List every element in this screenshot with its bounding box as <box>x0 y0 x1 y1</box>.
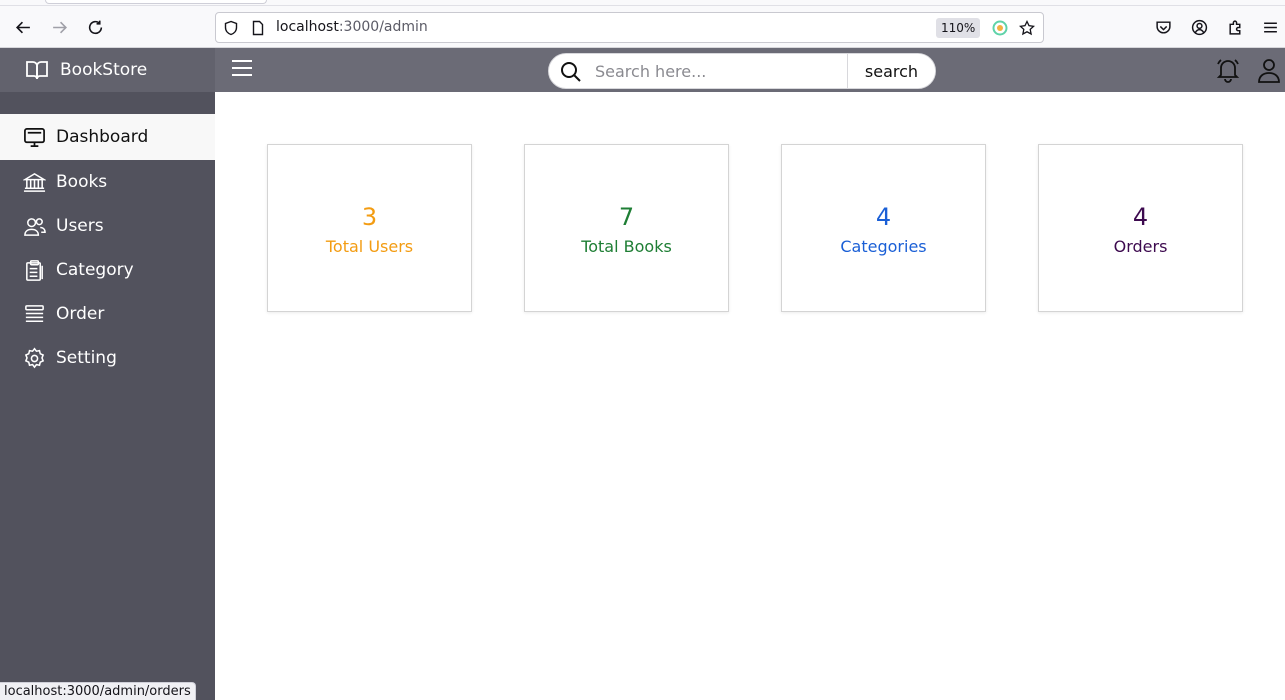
url-host: localhost <box>276 19 339 35</box>
page-icon[interactable] <box>249 19 267 37</box>
stat-value: 4 <box>875 203 892 231</box>
sidebar-item-label: Books <box>56 172 108 192</box>
extensions-icon[interactable] <box>1225 17 1245 37</box>
bookmark-star-icon[interactable] <box>1018 19 1036 37</box>
stat-value: 7 <box>618 203 635 231</box>
reload-button[interactable] <box>84 16 106 38</box>
search-icon <box>559 60 583 84</box>
search-input[interactable] <box>595 54 845 88</box>
sidebar-divider <box>0 92 215 114</box>
sidebar-item-label: Dashboard <box>56 127 149 147</box>
zoom-level-badge[interactable]: 110% <box>936 18 981 38</box>
stat-label: Categories <box>840 237 927 256</box>
sidebar-nav: Dashboard Books Users Category Order Set… <box>0 114 215 380</box>
bell-icon[interactable] <box>1214 56 1242 84</box>
library-icon <box>22 170 46 194</box>
forward-button[interactable] <box>48 16 70 38</box>
stat-value: 4 <box>1132 203 1149 231</box>
brand-name: BookStore <box>60 60 148 80</box>
monitor-icon <box>22 125 46 149</box>
user-profile-icon[interactable] <box>1255 56 1283 84</box>
sidebar-item-dashboard[interactable]: Dashboard <box>0 114 215 160</box>
url-path: :3000/admin <box>338 19 428 35</box>
sidebar-item-category[interactable]: Category <box>0 248 215 292</box>
shield-icon[interactable] <box>222 19 240 37</box>
stat-label: Orders <box>1113 237 1168 256</box>
url-text[interactable]: localhost:3000/admin <box>276 19 428 35</box>
back-button[interactable] <box>12 16 34 38</box>
pocket-icon[interactable] <box>1153 17 1173 37</box>
sidebar-item-label: Order <box>56 304 105 324</box>
sidebar-item-label: Setting <box>56 348 117 368</box>
sidebar-item-label: Users <box>56 216 104 236</box>
stat-card-categories[interactable]: 4 Categories <box>781 144 986 312</box>
list-icon <box>22 302 46 326</box>
stat-label: Total Books <box>581 237 672 256</box>
top-header: search <box>215 48 1285 92</box>
browser-toolbar: localhost:3000/admin 110% <box>0 0 1285 48</box>
stat-label: Total Users <box>325 237 414 256</box>
status-link-preview: localhost:3000/admin/orders <box>0 682 196 700</box>
sidebar: BookStore Dashboard Books Users Category… <box>0 48 215 700</box>
sidebar-item-setting[interactable]: Setting <box>0 336 215 380</box>
extension-colorful-icon[interactable] <box>991 19 1009 37</box>
sidebar-item-label: Category <box>56 260 134 280</box>
menu-icon[interactable] <box>1260 17 1280 37</box>
gear-icon <box>22 346 46 370</box>
sidebar-item-order[interactable]: Order <box>0 292 215 336</box>
stat-card-orders[interactable]: 4 Orders <box>1038 144 1243 312</box>
book-open-icon <box>25 58 49 82</box>
stat-card-books[interactable]: 7 Total Books <box>524 144 729 312</box>
stat-value: 3 <box>361 203 378 231</box>
sidebar-item-users[interactable]: Users <box>0 204 215 248</box>
brand[interactable]: BookStore <box>0 48 215 92</box>
users-icon <box>22 214 46 238</box>
sidebar-item-books[interactable]: Books <box>0 160 215 204</box>
url-bar[interactable]: localhost:3000/admin 110% <box>215 12 1044 43</box>
browser-tab-edge[interactable] <box>45 0 267 4</box>
search-bar: search <box>548 53 936 89</box>
search-button[interactable]: search <box>847 54 935 88</box>
tab-strip-divider <box>0 5 1285 6</box>
stat-card-users[interactable]: 3 Total Users <box>267 144 472 312</box>
account-icon[interactable] <box>1189 17 1209 37</box>
clipboard-icon <box>22 258 46 282</box>
hamburger-menu-icon[interactable] <box>229 56 255 80</box>
